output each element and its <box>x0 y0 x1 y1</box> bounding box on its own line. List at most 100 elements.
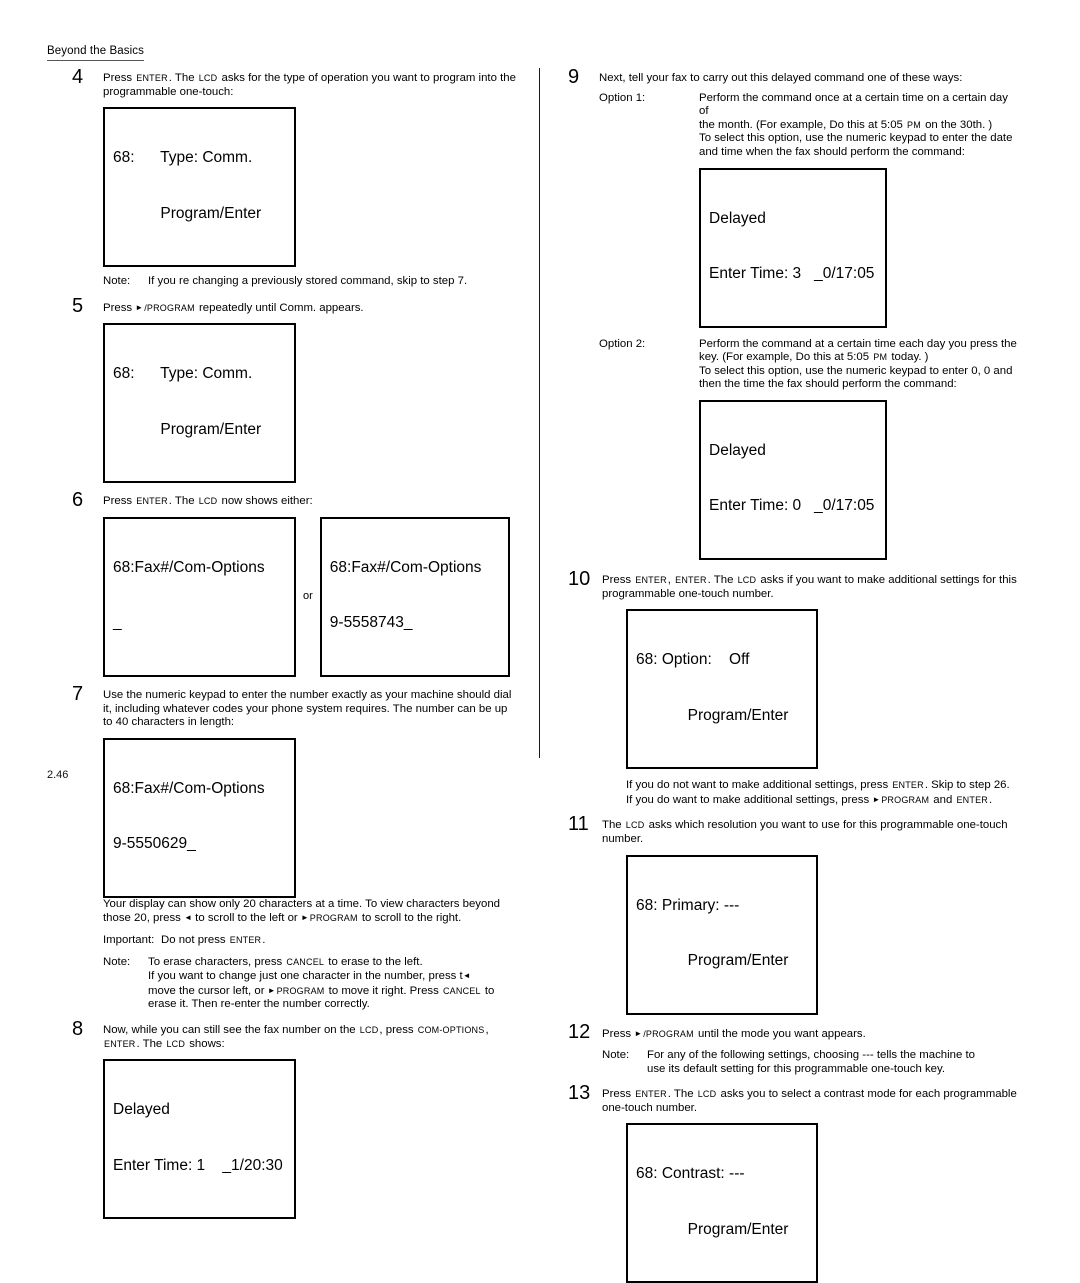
important-step-7: Important: Do not press ENTER. <box>103 934 520 948</box>
text-frag: asks which resolution you want to use fo… <box>602 819 1008 845</box>
option-1-line-3: To select this option, use the numeric k… <box>699 132 1013 145</box>
option-1-text: Perform the command once at a certain ti… <box>699 92 1020 328</box>
lcd-line-2: _ <box>113 614 122 632</box>
lcd-display-fax-number: 68:Fax#/Com-Options 9-5550629_ <box>103 737 296 898</box>
lcd-display-wrap: 68: Contrast: --- Program/Enter <box>626 1123 1020 1283</box>
key-enter: ENTER <box>635 574 667 585</box>
text-frag: to scroll to the left or <box>191 912 301 925</box>
step-body: Use the numeric keypad to enter the numb… <box>103 689 520 1012</box>
lcd-line-2: 9-5550629_ <box>113 835 196 853</box>
note-label: Note: <box>103 275 131 288</box>
or-label: or <box>303 590 313 603</box>
text-frag: Press <box>602 1027 635 1040</box>
option-1-line-1: Perform the command once at a certain ti… <box>699 91 1008 118</box>
text-frag: today. ) <box>888 351 929 364</box>
key-enter: ENTER <box>136 496 168 507</box>
lcd-line-1: 68: Primary: --- <box>636 896 740 914</box>
note-line-2: use its default setting for this program… <box>647 1062 945 1075</box>
step-number: 13 <box>568 1082 591 1105</box>
lcd-display-wrap: 68: Type: Comm. Program/Enter <box>103 107 520 268</box>
note-line-4: erase it. Then re-enter the number corre… <box>148 998 370 1011</box>
option-2-line-3: To select this option, use the numeric k… <box>699 364 1013 377</box>
text-frag: key. (For example, Do this at 5:05 <box>699 351 873 364</box>
option-1-line-4: and time when the fax should perform the… <box>699 145 965 158</box>
note-text: To erase characters, press CANCEL to era… <box>148 956 520 1012</box>
key-lcd: LCD <box>737 574 757 585</box>
note-label: Note: <box>602 1049 630 1062</box>
step-number: 7 <box>72 682 84 705</box>
key-cancel: CANCEL <box>442 985 481 996</box>
lcd-line-1: 68:Fax#/Com-Options <box>113 558 265 576</box>
step-body: Press ENTER, ENTER. The LCD asks if you … <box>602 574 1020 807</box>
step-11: 11 The LCD asks which resolution you wan… <box>568 814 1020 1015</box>
step-10-line-1: If you do not want to make additional se… <box>626 779 1020 793</box>
text-frag: to erase to the left. <box>325 955 423 968</box>
text-frag: . The <box>667 1088 697 1101</box>
lcd-line-2: Program/Enter <box>636 1220 789 1238</box>
column-divider <box>539 68 540 758</box>
text-frag: Press <box>103 72 136 84</box>
note-label: Note: <box>103 955 131 968</box>
lcd-line-1: Delayed <box>709 209 766 227</box>
step-10-text: Press ENTER, ENTER. The LCD asks if you … <box>602 574 1020 601</box>
text-frag: repeatedly until Comm. appears. <box>195 301 364 314</box>
step-13: 13 Press ENTER. The LCD asks you to sele… <box>568 1083 1020 1283</box>
step-12-text: Press /PROGRAM until the mode you want a… <box>602 1027 1020 1042</box>
lcd-display-fax-filled: 68:Fax#/Com-Options 9-5558743_ <box>319 516 510 677</box>
lcd-display-wrap: 68:Fax#/Com-Options 9-5550629_ <box>103 737 520 898</box>
lcd-line-1: 68: Type: Comm. <box>113 365 253 383</box>
key-program: PROGRAM <box>881 794 930 805</box>
triangle-left-icon <box>184 912 192 924</box>
text-frag: Now, while you can still see the fax num… <box>103 1023 359 1036</box>
step-number: 8 <box>72 1017 84 1040</box>
step-7-paragraph: Your display can show only 20 characters… <box>103 898 520 926</box>
key-enter: ENTER <box>229 934 262 945</box>
note-text: For any of the following settings, choos… <box>647 1049 1020 1076</box>
step-9: 9 Next, tell your fax to carry out this … <box>568 67 1020 560</box>
text-frag: shows: <box>186 1037 225 1050</box>
lcd-display-fax-empty: 68:Fax#/Com-Options _ <box>103 516 296 677</box>
step-10-paragraph: If you do not want to make additional se… <box>626 779 1020 807</box>
key-enter: ENTER <box>635 1089 667 1100</box>
step-7-text: Use the numeric keypad to enter the numb… <box>103 688 512 729</box>
lcd-line-2: Enter Time: 3 _0/17:05 <box>709 265 875 283</box>
step-body: Next, tell your fax to carry out this de… <box>599 72 1020 560</box>
step-number: 9 <box>568 66 580 88</box>
lcd-display-wrap: Delayed Enter Time: 3 _0/17:05 <box>699 167 1020 328</box>
lcd-display-delayed-1: Delayed Enter Time: 1 _1/20:30 <box>103 1059 296 1220</box>
text-frag: The <box>602 819 625 832</box>
step-body: Press /PROGRAM repeatedly until Comm. ap… <box>103 301 520 484</box>
text-frag: on the 30th. ) <box>921 118 993 131</box>
text-frag: the month. (For example, Do this at 5:05 <box>699 118 907 131</box>
page-header: Beyond the Basics <box>47 44 144 61</box>
lcd-line-1: Delayed <box>709 441 766 459</box>
option-2: Option 2: Perform the command at a certa… <box>599 338 1020 560</box>
option-2-line-2: key. (For example, Do this at 5:05 PM to… <box>699 351 1020 365</box>
text-frag: move the cursor left, or <box>148 984 268 997</box>
key-enter: ENTER <box>136 73 168 83</box>
text-frag: to <box>481 984 495 997</box>
lcd-display-primary: 68: Primary: --- Program/Enter <box>626 854 818 1015</box>
key-com-options: COM-OPTIONS <box>417 1024 485 1035</box>
lcd-display-wrap: Delayed Enter Time: 0 _0/17:05 <box>699 399 1020 560</box>
text-frag: . The <box>168 72 198 84</box>
key-enter: ENTER <box>892 780 924 791</box>
step-number: 10 <box>568 567 591 590</box>
text-frag: to scroll to the right. <box>358 912 462 925</box>
key-program: PROGRAM <box>309 913 358 924</box>
option-1-line-2: the month. (For example, Do this at 5:05… <box>699 119 1020 133</box>
key-lcd: LCD <box>359 1024 379 1035</box>
note-line-2: If you want to change just one character… <box>148 969 520 984</box>
lcd-display-pair: 68:Fax#/Com-Options _ or 68:Fax#/Com-Opt… <box>103 516 520 677</box>
lcd-line-1: Delayed <box>113 1101 170 1119</box>
text-frag: If you want to change just one character… <box>148 970 463 983</box>
key-lcd: LCD <box>697 1089 717 1100</box>
lcd-display-delayed-opt1: Delayed Enter Time: 3 _0/17:05 <box>699 167 887 328</box>
note-line-1: For any of the following settings, choos… <box>647 1049 975 1062</box>
step-13-text: Press ENTER. The LCD asks you to select … <box>602 1088 1020 1115</box>
important-text: Do not press ENTER. <box>161 934 520 948</box>
lcd-display-wrap: 68: Type: Comm. Program/Enter <box>103 323 520 484</box>
step-body: Now, while you can still see the fax num… <box>103 1023 520 1220</box>
lcd-line-2: Enter Time: 0 _0/17:05 <box>709 497 875 515</box>
option-2-line-1: Perform the command at a certain time ea… <box>699 337 1017 350</box>
